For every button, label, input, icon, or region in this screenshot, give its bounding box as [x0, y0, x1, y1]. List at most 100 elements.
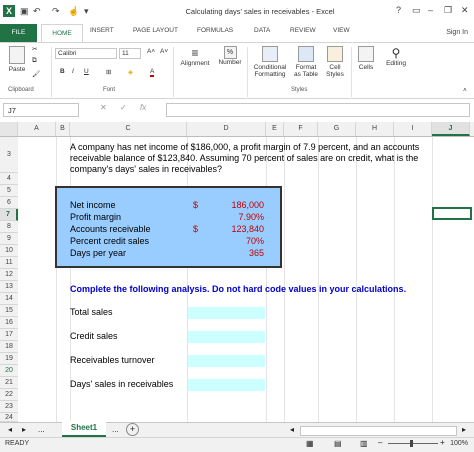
row-header[interactable]: 10 — [0, 245, 18, 257]
column-header[interactable]: B — [56, 122, 70, 136]
row-header-selected[interactable]: 7 — [0, 209, 18, 221]
tab-file[interactable]: FILE — [0, 24, 37, 42]
redo-icon[interactable]: ↷ — [52, 6, 60, 17]
zoom-slider-track[interactable] — [388, 443, 438, 444]
more-sheets-right[interactable]: ... — [112, 425, 119, 434]
row-header[interactable]: 5 — [0, 185, 18, 197]
borders-icon[interactable]: ⊞ — [106, 68, 111, 76]
scroll-left-icon[interactable]: ◂ — [290, 425, 294, 434]
conditional-formatting-button[interactable]: Conditional Formatting — [250, 46, 290, 78]
bold-button[interactable]: B — [60, 68, 65, 75]
format-as-table-button[interactable]: Format as Table — [292, 46, 320, 78]
tab-home[interactable]: HOME — [41, 24, 83, 42]
zoom-in-icon[interactable]: + — [440, 438, 445, 447]
input-cell-days-sales[interactable] — [188, 379, 265, 391]
selected-cell[interactable] — [432, 207, 472, 220]
column-header[interactable]: C — [70, 122, 187, 136]
horizontal-scrollbar[interactable] — [300, 426, 457, 436]
row-header[interactable]: 17 — [0, 329, 18, 341]
collapse-ribbon-icon[interactable]: ˄ — [463, 87, 467, 94]
row-header[interactable]: 8 — [0, 221, 18, 233]
touch-mode-icon[interactable]: ☝ — [68, 6, 79, 17]
minimize-button[interactable]: – — [428, 5, 433, 15]
tab-formulas[interactable]: FORMULAS — [197, 27, 233, 34]
row-header[interactable]: 15 — [0, 305, 18, 317]
restore-button[interactable]: ❐ — [444, 5, 452, 16]
insert-function-icon[interactable]: fx — [140, 103, 146, 112]
tab-page-layout[interactable]: PAGE LAYOUT — [133, 27, 178, 34]
tab-review[interactable]: REVIEW — [290, 27, 316, 34]
italic-button[interactable]: I — [72, 68, 74, 75]
row-header[interactable]: 14 — [0, 293, 18, 305]
column-header[interactable]: F — [284, 122, 318, 136]
close-button[interactable]: ✕ — [461, 5, 469, 16]
next-sheet-icon[interactable]: ▸ — [22, 425, 26, 434]
customize-qat-icon[interactable]: ▾ — [84, 6, 89, 17]
formula-input[interactable] — [166, 103, 470, 117]
row-header[interactable]: 18 — [0, 341, 18, 353]
font-name-select[interactable]: Calibri — [55, 48, 117, 59]
cut-icon[interactable]: ✂ — [32, 45, 37, 53]
copy-icon[interactable]: ⧉ — [32, 57, 37, 65]
more-sheets-left[interactable]: ... — [38, 425, 45, 434]
cell-styles-button[interactable]: Cell Styles — [322, 46, 348, 78]
zoom-out-icon[interactable]: – — [378, 438, 382, 447]
row-header[interactable]: 21 — [0, 377, 18, 389]
cancel-icon[interactable]: ✕ — [100, 103, 107, 112]
column-header[interactable]: H — [356, 122, 394, 136]
font-size-select[interactable]: 11 — [119, 48, 141, 59]
column-header[interactable]: I — [394, 122, 432, 136]
underline-button[interactable]: U — [84, 68, 89, 75]
zoom-slider-thumb[interactable] — [410, 440, 413, 447]
column-header[interactable]: D — [187, 122, 266, 136]
page-layout-view-icon[interactable]: ▤ — [334, 439, 342, 448]
row-header[interactable]: 11 — [0, 257, 18, 269]
font-color-button[interactable]: A — [150, 68, 155, 77]
number-button[interactable]: % Number — [216, 46, 244, 66]
ribbon-display-icon[interactable]: ▭ — [412, 5, 421, 16]
shrink-font-icon[interactable]: A˅ — [160, 48, 168, 55]
column-header[interactable]: G — [318, 122, 356, 136]
tab-insert[interactable]: INSERT — [90, 27, 114, 34]
row-header[interactable]: 16 — [0, 317, 18, 329]
save-icon[interactable]: ▣ — [20, 6, 29, 17]
row-header[interactable]: 24 — [0, 413, 18, 422]
tab-view[interactable]: VIEW — [333, 27, 350, 34]
add-sheet-button[interactable]: + — [126, 423, 139, 436]
tab-data[interactable]: DATA — [254, 27, 270, 34]
row-header[interactable]: 23 — [0, 401, 18, 413]
row-header[interactable]: 12 — [0, 269, 18, 281]
cells-button[interactable]: Cells — [355, 46, 377, 71]
row-header[interactable]: 9 — [0, 233, 18, 245]
format-painter-icon[interactable]: 🖌 — [32, 70, 40, 78]
input-cell-receivables-turnover[interactable] — [188, 355, 265, 367]
prev-sheet-icon[interactable]: ◂ — [8, 425, 12, 434]
row-header[interactable]: 22 — [0, 389, 18, 401]
sheet-tab-sheet1[interactable]: Sheet1 — [62, 421, 106, 437]
column-header[interactable]: E — [266, 122, 284, 136]
paste-button[interactable]: Paste — [6, 46, 28, 73]
undo-icon[interactable]: ↶ — [33, 6, 41, 17]
input-cell-credit-sales[interactable] — [188, 331, 265, 343]
select-all-corner[interactable] — [0, 122, 18, 136]
enter-icon[interactable]: ✓ — [120, 103, 127, 112]
fill-color-icon[interactable]: ◈ — [128, 68, 133, 76]
zoom-level[interactable]: 100% — [450, 440, 468, 447]
column-header-selected[interactable]: J — [432, 122, 470, 136]
editing-button[interactable]: ⚲ Editing — [381, 46, 411, 67]
row-header[interactable]: 6 — [0, 197, 18, 209]
alignment-button[interactable]: ≡ Alignment — [176, 46, 214, 67]
row-header[interactable]: 20 — [0, 365, 18, 377]
grow-font-icon[interactable]: A˄ — [147, 48, 155, 55]
page-break-view-icon[interactable]: ▥ — [360, 439, 368, 448]
normal-view-icon[interactable]: ▦ — [306, 439, 314, 448]
input-cell-total-sales[interactable] — [188, 307, 265, 319]
row-header[interactable]: 19 — [0, 353, 18, 365]
help-button[interactable]: ? — [396, 5, 401, 15]
row-header[interactable]: 13 — [0, 281, 18, 293]
row-header[interactable]: 4 — [0, 173, 18, 185]
column-header[interactable]: A — [18, 122, 56, 136]
name-box[interactable]: J7 — [3, 103, 79, 117]
sign-in-link[interactable]: Sign In — [446, 29, 468, 36]
scroll-right-icon[interactable]: ▸ — [462, 425, 466, 434]
